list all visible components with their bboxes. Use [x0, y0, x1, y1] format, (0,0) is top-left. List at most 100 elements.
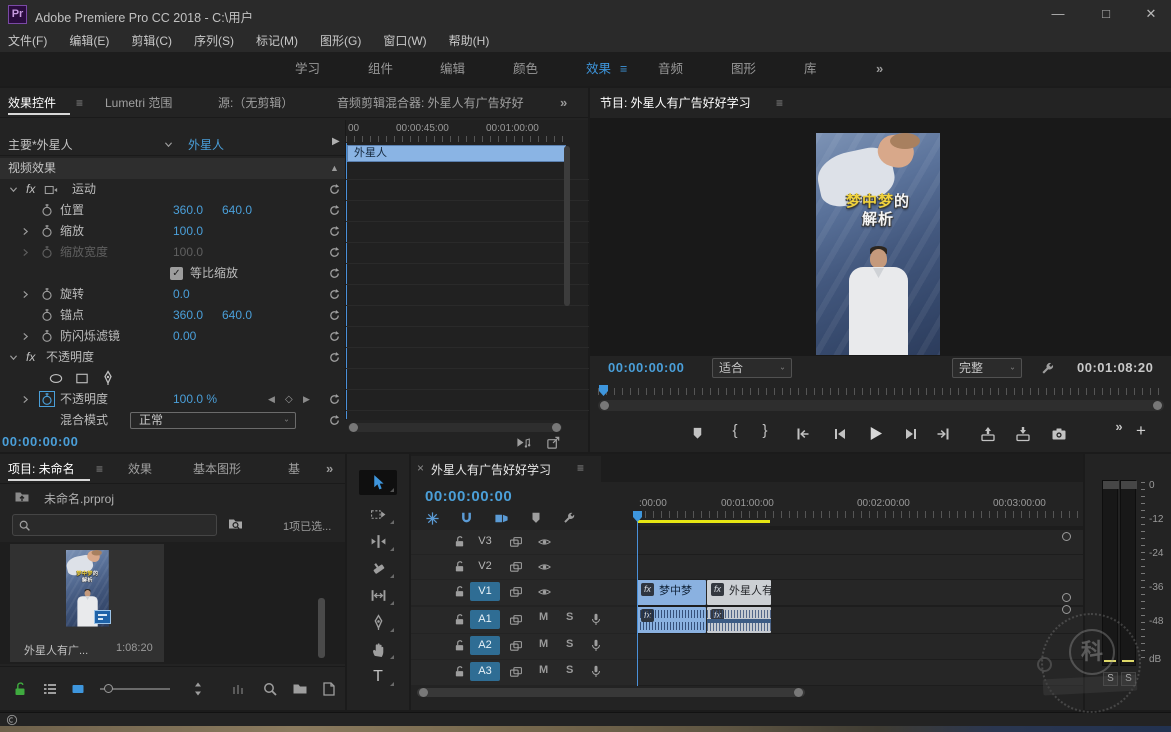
scrollbar-handle[interactable] — [600, 401, 609, 410]
stopwatch-icon[interactable] — [40, 203, 54, 217]
audio-clip[interactable]: fx — [707, 607, 771, 633]
reset-icon[interactable] — [328, 204, 341, 217]
type-tool[interactable]: T — [359, 664, 397, 689]
project-file-name[interactable]: 未命名.prproj — [44, 490, 114, 507]
sync-lock-icon[interactable] — [509, 535, 523, 549]
reset-icon[interactable] — [328, 414, 341, 427]
tab-truncated[interactable]: 基 — [288, 454, 300, 484]
solo-button[interactable]: S — [566, 611, 573, 623]
icon-view-icon[interactable] — [70, 681, 86, 697]
go-to-out-icon[interactable] — [935, 426, 951, 442]
effect-row-opacity[interactable]: 不透明度 100.0 % ◀ ◇ ▶ — [0, 389, 345, 410]
snap-magnet-icon[interactable] — [459, 511, 474, 526]
sequence-tab-label[interactable]: 外星人有广告好好学习 — [431, 461, 551, 478]
linked-selection-icon[interactable] — [494, 511, 509, 526]
track-select-forward-tool[interactable] — [359, 502, 397, 527]
lock-icon[interactable] — [453, 560, 466, 573]
stopwatch-icon[interactable] — [40, 224, 54, 238]
minimize-button[interactable]: — — [1038, 0, 1078, 28]
twirl-closed-icon[interactable] — [20, 331, 31, 342]
timeline-sequence-tab[interactable]: × 外星人有广告好好学习 ≡ — [411, 456, 601, 482]
stopwatch-icon[interactable] — [40, 308, 54, 322]
track-badge-a2[interactable]: A2 — [470, 636, 500, 655]
track-badge-v1[interactable]: V1 — [470, 582, 500, 601]
solo-button[interactable]: S — [566, 638, 573, 650]
reset-icon[interactable] — [328, 393, 341, 406]
effect-controls-timecode[interactable]: 00:00:00:00 — [2, 434, 78, 449]
extract-icon[interactable] — [1015, 426, 1031, 442]
mark-out-icon[interactable]: } — [752, 418, 778, 444]
reset-icon[interactable] — [328, 330, 341, 343]
timeline-timecode[interactable]: 00:00:00:00 — [425, 488, 512, 505]
solo-button[interactable]: S — [566, 664, 573, 676]
position-y-value[interactable]: 640.0 — [222, 200, 252, 221]
new-bin-folder-icon[interactable] — [292, 681, 308, 697]
twirl-closed-icon[interactable] — [20, 226, 31, 237]
reset-icon[interactable] — [328, 288, 341, 301]
stopwatch-icon[interactable] — [40, 287, 54, 301]
tab-effect-controls[interactable]: 效果控件 — [8, 88, 70, 118]
project-writable-lock-icon[interactable] — [12, 681, 28, 697]
pen-tool[interactable] — [359, 610, 397, 635]
uniform-scale-checkbox[interactable]: ✓ — [170, 267, 183, 280]
mic-voiceover-icon[interactable] — [589, 612, 603, 627]
folder-up-icon[interactable] — [14, 489, 30, 505]
position-x-value[interactable]: 360.0 — [173, 200, 203, 221]
panel-menu-icon[interactable]: ≡ — [776, 88, 783, 118]
track-height-handle[interactable] — [1062, 605, 1071, 614]
menu-graphics[interactable]: 图形(G) — [320, 32, 361, 49]
tab-essential-graphics[interactable]: 基本图形 — [193, 454, 241, 484]
play-button-icon[interactable] — [866, 424, 885, 443]
menu-edit[interactable]: 编辑(E) — [69, 32, 109, 49]
razor-tool[interactable] — [359, 556, 397, 581]
add-marker-icon[interactable] — [690, 426, 705, 441]
track-badge-v2[interactable]: V2 — [470, 557, 500, 576]
menu-window[interactable]: 窗口(W) — [383, 32, 426, 49]
tab-program-monitor[interactable]: 节目: 外星人有广告好好学习 — [600, 88, 751, 118]
menu-help[interactable]: 帮助(H) — [449, 32, 490, 49]
workspace-tab-effects[interactable]: 效果 — [576, 52, 621, 86]
nest-sequence-icon[interactable] — [425, 511, 440, 526]
sync-lock-icon[interactable] — [509, 585, 523, 599]
scrollbar-handle[interactable] — [794, 688, 803, 697]
maximize-button[interactable]: □ — [1086, 0, 1126, 28]
track-height-handle[interactable] — [1062, 532, 1071, 541]
horizontal-scrollbar[interactable] — [348, 423, 562, 432]
close-tab-icon[interactable]: × — [417, 461, 424, 475]
sort-icons-icon[interactable] — [190, 681, 206, 697]
effect-row-position[interactable]: 位置 360.0 640.0 — [0, 200, 345, 221]
video-clip-selected[interactable]: fx 梦中梦 — [637, 580, 706, 605]
timeline-ruler[interactable]: :00:00 00:01:00:00 00:02:00:00 00:03:00:… — [637, 498, 1083, 526]
zoom-slider-handle[interactable] — [104, 684, 113, 693]
eye-toggle-icon[interactable] — [537, 560, 552, 574]
timeline-playhead-line[interactable] — [637, 522, 638, 686]
export-frame-camera-icon[interactable] — [1051, 426, 1067, 442]
add-button-icon[interactable]: + — [1128, 418, 1154, 444]
sync-lock-icon[interactable] — [509, 613, 523, 627]
mute-button[interactable]: M — [539, 638, 548, 650]
timeline-horizontal-scrollbar[interactable] — [417, 688, 805, 697]
reset-icon[interactable] — [328, 225, 341, 238]
workspace-tab-audio[interactable]: 音频 — [648, 52, 693, 86]
list-view-icon[interactable] — [42, 681, 58, 697]
video-clip[interactable]: fx 外星人有 — [707, 580, 771, 605]
mic-voiceover-icon[interactable] — [589, 638, 603, 653]
effect-row-antiflicker[interactable]: 防闪烁滤镜 0.00 — [0, 326, 345, 347]
lock-icon[interactable] — [453, 535, 466, 548]
go-to-in-icon[interactable] — [795, 426, 811, 442]
mute-button[interactable]: M — [539, 664, 548, 676]
reset-icon[interactable] — [328, 267, 341, 280]
project-item-name[interactable]: 外星人有广... — [24, 642, 88, 658]
track-height-handle[interactable] — [1062, 593, 1071, 602]
pen-mask-icon[interactable] — [100, 370, 116, 386]
workspace-tab-learning[interactable]: 学习 — [285, 52, 330, 86]
step-back-icon[interactable] — [832, 426, 848, 442]
reset-icon[interactable] — [328, 351, 341, 364]
export-frame-icon[interactable] — [546, 435, 561, 450]
menu-clip[interactable]: 剪辑(C) — [131, 32, 172, 49]
lock-icon[interactable] — [453, 585, 466, 598]
twirl-closed-icon[interactable] — [20, 394, 31, 405]
track-content-v2[interactable] — [637, 555, 1083, 579]
panel-menu-icon[interactable]: ≡ — [96, 454, 103, 484]
workspace-tab-graphics[interactable]: 图形 — [721, 52, 766, 86]
